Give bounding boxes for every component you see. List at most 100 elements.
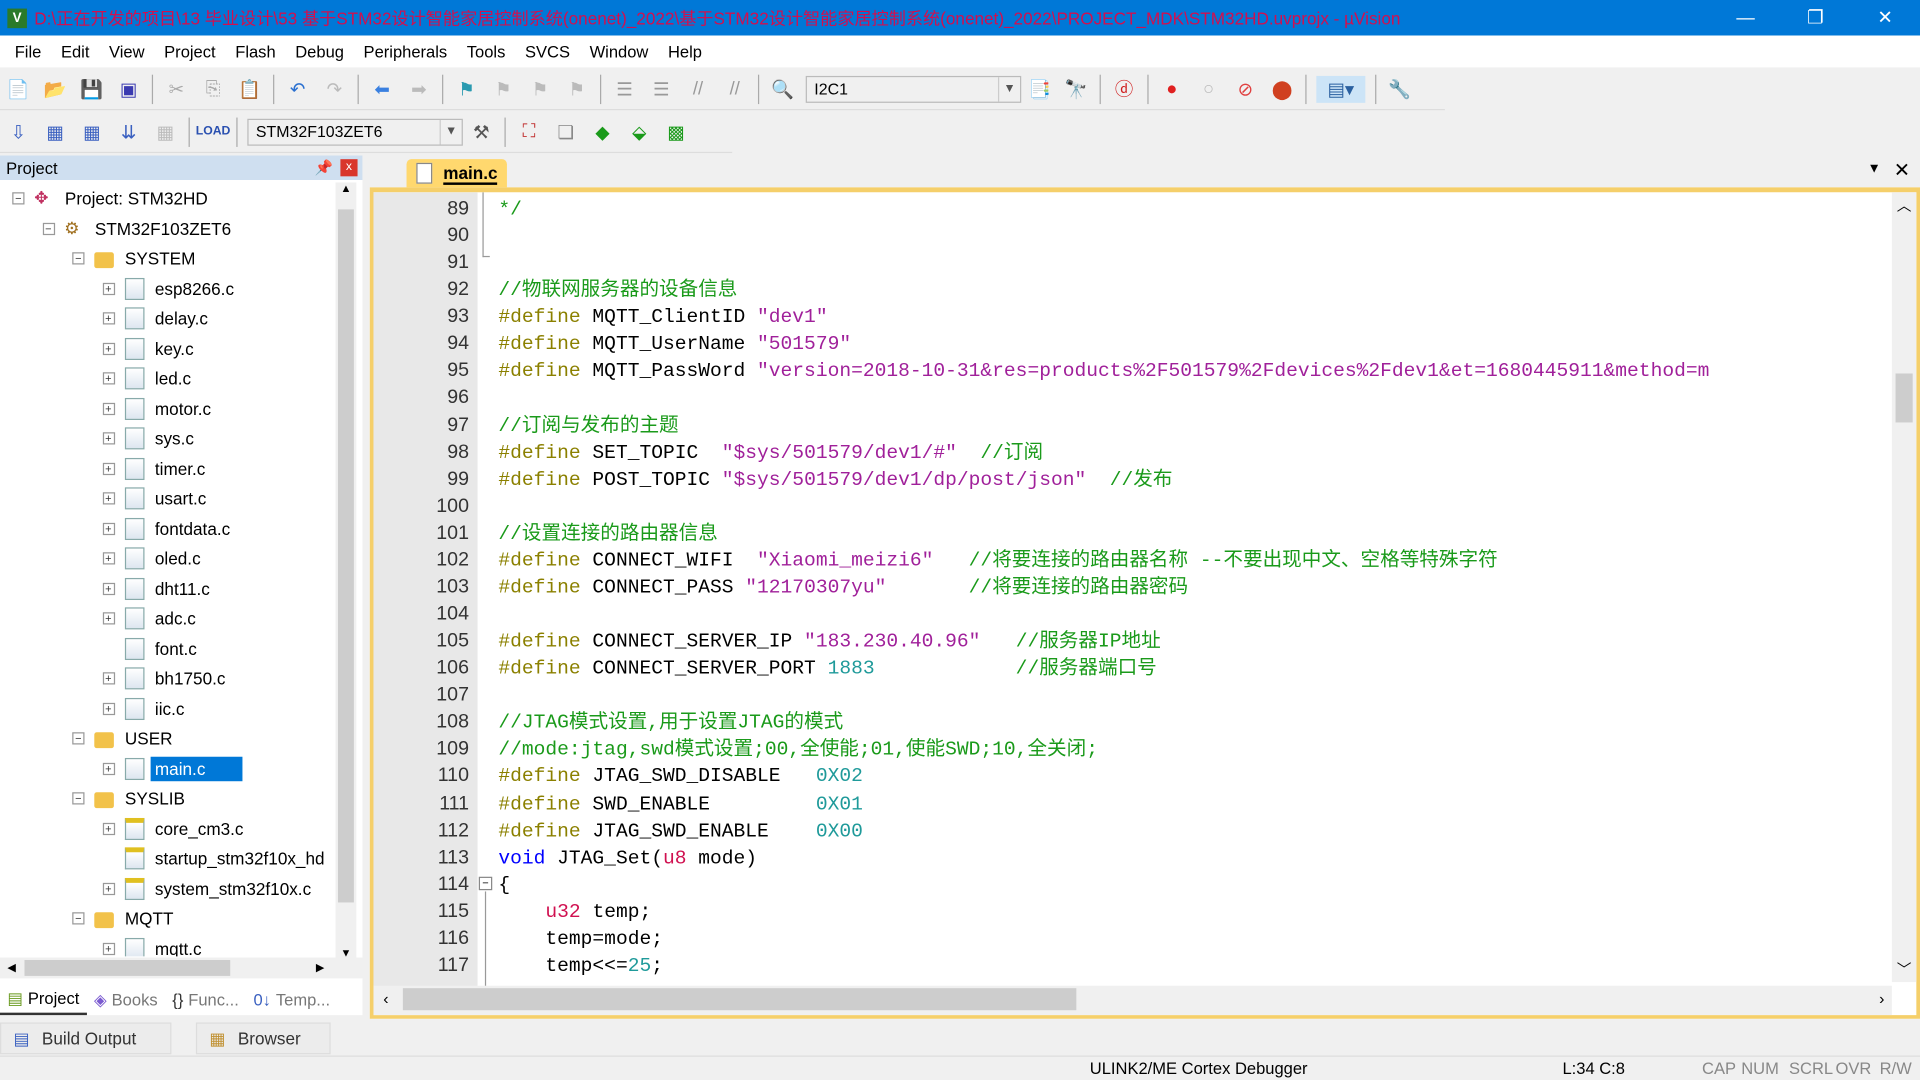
expand-icon[interactable]: + (102, 342, 115, 355)
expand-icon[interactable]: + (102, 942, 115, 955)
menu-file[interactable]: File (5, 42, 51, 60)
indent-icon[interactable]: ☰ (611, 75, 638, 102)
tree-item[interactable]: + main.c (102, 755, 243, 782)
redo-icon[interactable]: ↷ (321, 75, 348, 102)
expand-icon[interactable]: + (102, 432, 115, 445)
minimize-button[interactable]: — (1711, 0, 1781, 36)
scroll-up-icon[interactable]: ▲ (336, 182, 357, 194)
translate-icon[interactable]: ⇩ (5, 118, 32, 145)
scroll-left-icon[interactable]: ‹ (383, 989, 388, 1007)
manage-project-items-icon[interactable]: ⛶ (516, 118, 543, 145)
prev-bookmark-icon[interactable]: ⚑ (490, 75, 517, 102)
scroll-left-icon[interactable]: ◀ (7, 961, 15, 974)
tab-browser[interactable]: ▦ Browser (195, 1022, 331, 1055)
undo-icon[interactable]: ↶ (284, 75, 311, 102)
tab-functions[interactable]: {} Func... (165, 984, 246, 1015)
scroll-right-icon[interactable]: ▶ (316, 961, 324, 974)
expand-icon[interactable]: + (102, 702, 115, 715)
collapse-icon[interactable]: − (12, 192, 25, 205)
configure-icon[interactable]: 🔧 (1386, 75, 1413, 102)
menu-edit[interactable]: Edit (51, 42, 99, 60)
disable-all-breakpoints-icon[interactable]: ⊘ (1232, 75, 1259, 102)
target-select[interactable]: STM32F103ZET6 ▼ (247, 118, 463, 146)
tree-item[interactable]: − ⚙ STM32F103ZET6 (42, 215, 231, 242)
expand-icon[interactable]: + (102, 822, 115, 835)
tree-item[interactable]: + key.c (102, 335, 194, 362)
tree-item[interactable]: + mqtt.c (102, 935, 202, 957)
maximize-button[interactable]: ❐ (1780, 0, 1850, 36)
menu-window[interactable]: Window (580, 42, 658, 60)
menu-flash[interactable]: Flash (225, 42, 285, 60)
navigate-back-icon[interactable]: ⬅ (369, 75, 396, 102)
comment-icon[interactable]: // (684, 75, 711, 102)
next-bookmark-icon[interactable]: ⚑ (527, 75, 554, 102)
copy-icon[interactable]: ⎘ (200, 75, 227, 102)
scroll-right-icon[interactable]: › (1879, 989, 1884, 1007)
scroll-thumb[interactable] (337, 209, 354, 903)
multi-project-icon[interactable]: ❏ (552, 118, 579, 145)
tree-item[interactable]: + adc.c (102, 605, 196, 632)
batch-build-icon[interactable]: ⇊ (115, 118, 142, 145)
scroll-down-icon[interactable]: ﹀ (1897, 959, 1912, 980)
tree-item[interactable]: + timer.c (102, 455, 205, 482)
tree-item[interactable]: − USER (72, 725, 173, 752)
build-icon[interactable]: ▦ (42, 118, 69, 145)
target-options-icon[interactable]: ⚒ (468, 118, 495, 145)
scroll-thumb[interactable] (1895, 373, 1913, 423)
new-file-icon[interactable]: 📄 (5, 75, 32, 102)
find-icon[interactable]: 📑 (1026, 75, 1053, 102)
tree-item[interactable]: startup_stm32f10x_hd (102, 845, 325, 872)
find-in-files-icon[interactable]: 🔍 (769, 75, 796, 102)
clear-bookmarks-icon[interactable]: ⚑ (563, 75, 590, 102)
expand-icon[interactable]: + (102, 312, 115, 325)
tree-horizontal-scrollbar[interactable]: ◀ ▶ (0, 957, 363, 979)
expand-icon[interactable]: + (102, 612, 115, 625)
expand-icon[interactable]: + (102, 462, 115, 475)
expand-icon[interactable]: + (102, 282, 115, 295)
expand-icon[interactable]: + (102, 492, 115, 505)
cut-icon[interactable]: ✂ (163, 75, 190, 102)
scroll-up-icon[interactable]: ︿ (1897, 195, 1912, 216)
tree-item[interactable]: font.c (102, 635, 197, 662)
pin-icon[interactable]: 📌 (315, 159, 333, 176)
scroll-thumb[interactable] (24, 960, 231, 976)
chevron-down-icon[interactable]: ▼ (439, 119, 462, 144)
incremental-find-icon[interactable]: 🔭 (1063, 75, 1090, 102)
tree-item[interactable]: + motor.c (102, 395, 211, 422)
expand-icon[interactable]: + (102, 522, 115, 535)
navigate-forward-icon[interactable]: ➡ (405, 75, 432, 102)
disable-breakpoint-icon[interactable]: ○ (1195, 75, 1222, 102)
expand-icon[interactable]: + (102, 672, 115, 685)
tab-books[interactable]: ◈ Books (87, 984, 165, 1015)
bookmark-icon[interactable]: ⚑ (453, 75, 480, 102)
menu-view[interactable]: View (99, 42, 154, 60)
expand-icon[interactable]: + (102, 372, 115, 385)
collapse-icon[interactable]: − (72, 252, 85, 265)
close-button[interactable]: ✕ (1850, 0, 1920, 36)
pack-installer-icon[interactable]: ⬙ (626, 118, 653, 145)
unindent-icon[interactable]: ☰ (648, 75, 675, 102)
breakpoint-icon[interactable]: ● (1158, 75, 1185, 102)
scroll-thumb[interactable] (402, 988, 1077, 1011)
window-layout-icon[interactable]: ▤▾ (1316, 75, 1366, 103)
run-time-environment-icon[interactable]: ◆ (589, 118, 616, 145)
kill-all-breakpoints-icon[interactable]: ⬤ (1269, 75, 1296, 102)
code-editor[interactable]: − 89 */90 91 92//物联网服务器的设备信息 93 #define MQTT_C… (369, 187, 1920, 1019)
find-combo[interactable]: I2C1 ▼ (805, 75, 1022, 103)
menu-tools[interactable]: Tools (457, 42, 515, 60)
tree-item[interactable]: + iic.c (102, 695, 184, 722)
tab-project[interactable]: ▤ Project (0, 984, 87, 1016)
expand-icon[interactable]: + (102, 552, 115, 565)
tree-item[interactable]: + led.c (102, 365, 191, 392)
save-all-icon[interactable]: ▣ (115, 75, 142, 102)
tab-build-output[interactable]: ▤ Build Output (0, 1022, 172, 1055)
collapse-icon[interactable]: − (72, 792, 85, 805)
uncomment-icon[interactable]: // (721, 75, 748, 102)
tree-item[interactable]: + fontdata.c (102, 515, 230, 542)
tree-item[interactable]: − SYSTEM (72, 245, 195, 272)
tree-item[interactable]: + sys.c (102, 425, 194, 452)
tree-item[interactable]: + delay.c (102, 305, 208, 332)
tree-item[interactable]: − MQTT (72, 905, 173, 932)
editor-vertical-scrollbar[interactable]: ︿ ﹀ (1891, 192, 1917, 983)
menu-debug[interactable]: Debug (285, 42, 353, 60)
